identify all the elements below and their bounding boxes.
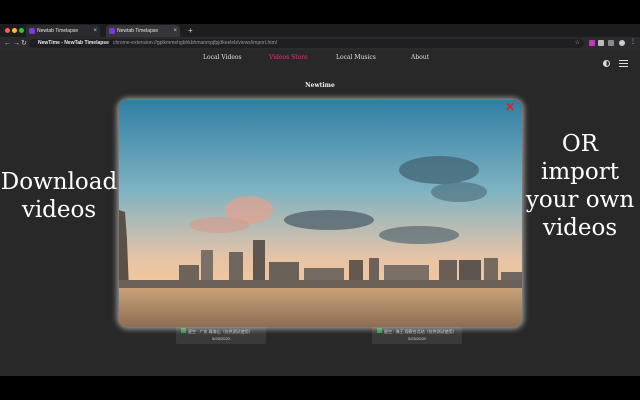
tab-title: Newtab Timelapse: [117, 28, 159, 34]
timelapse-preview-image: [119, 100, 522, 327]
top-navigation: Local Videos Videos Store Local Musics A…: [0, 54, 640, 64]
nav-local-musics[interactable]: Local Musics: [336, 54, 376, 61]
window-minimize-button[interactable]: [12, 28, 17, 33]
video-card-title: 星空 · 海王 观察台北站（仅供测试使用）: [384, 329, 457, 334]
back-button[interactable]: ←: [4, 38, 11, 49]
promo-import-text: OR import your own videos: [525, 131, 635, 241]
video-card-date: 5/25/2020: [212, 336, 230, 341]
hamburger-menu-icon[interactable]: [619, 60, 628, 67]
close-icon[interactable]: ✕: [505, 101, 515, 113]
profile-avatar-icon[interactable]: [619, 40, 625, 46]
tab-title: Newtab Timelapse: [37, 28, 79, 34]
browser-toolbar: ← → ↻ NewTime - NewTab Timelapse | chrom…: [0, 37, 640, 50]
tab-favicon-icon: [109, 28, 115, 34]
video-card-title: 星空 · 广东 珠海山（仅供测试使用）: [188, 329, 253, 334]
video-preview-modal[interactable]: [119, 100, 522, 327]
theme-toggle-icon[interactable]: [603, 60, 610, 67]
extension-icon[interactable]: [589, 40, 595, 46]
window-maximize-button[interactable]: [19, 28, 24, 33]
video-card[interactable]: 星空 · 广东 珠海山（仅供测试使用） 5/25/2020: [176, 326, 266, 344]
bottom-bar: [0, 376, 640, 400]
site-label: NewTime - NewTab Timelapse: [38, 40, 109, 46]
nav-about[interactable]: About: [411, 54, 429, 61]
extension-puzzle-icon[interactable]: [598, 40, 604, 46]
forward-button[interactable]: →: [13, 38, 20, 49]
reload-button[interactable]: ↻: [21, 38, 27, 49]
nav-local-videos[interactable]: Local Videos: [203, 54, 242, 61]
tab-favicon-icon: [29, 28, 35, 34]
url-text: chrome-extension://gplkmmehgbhkbhmanmpjf…: [112, 40, 277, 46]
window-close-button[interactable]: [5, 28, 10, 33]
video-card-date: 5/25/2020: [408, 336, 426, 341]
browser-tab-bar: Newtab Timelapse × Newtab Timelapse × +: [0, 24, 640, 37]
promo-download-text: Download videos: [0, 169, 118, 223]
tab-close-icon[interactable]: ×: [93, 25, 97, 37]
extension-icon[interactable]: [608, 40, 614, 46]
tab-close-icon[interactable]: ×: [173, 25, 177, 37]
brand-title: Newtime: [305, 82, 335, 89]
browser-tab-active[interactable]: Newtab Timelapse ×: [106, 25, 180, 37]
checkbox-checked-icon[interactable]: [377, 328, 382, 333]
nav-videos-store[interactable]: Videos Store: [269, 54, 308, 61]
address-bar[interactable]: NewTime - NewTab Timelapse | chrome-exte…: [29, 39, 584, 48]
browser-tab[interactable]: Newtab Timelapse ×: [26, 25, 100, 37]
browser-menu-icon[interactable]: ⋮: [630, 38, 636, 45]
checkbox-checked-icon[interactable]: [181, 328, 186, 333]
video-card[interactable]: 星空 · 海王 观察台北站（仅供测试使用） 5/25/2020: [372, 326, 462, 344]
new-tab-button[interactable]: +: [188, 24, 193, 37]
bookmark-star-icon[interactable]: ☆: [575, 39, 580, 48]
